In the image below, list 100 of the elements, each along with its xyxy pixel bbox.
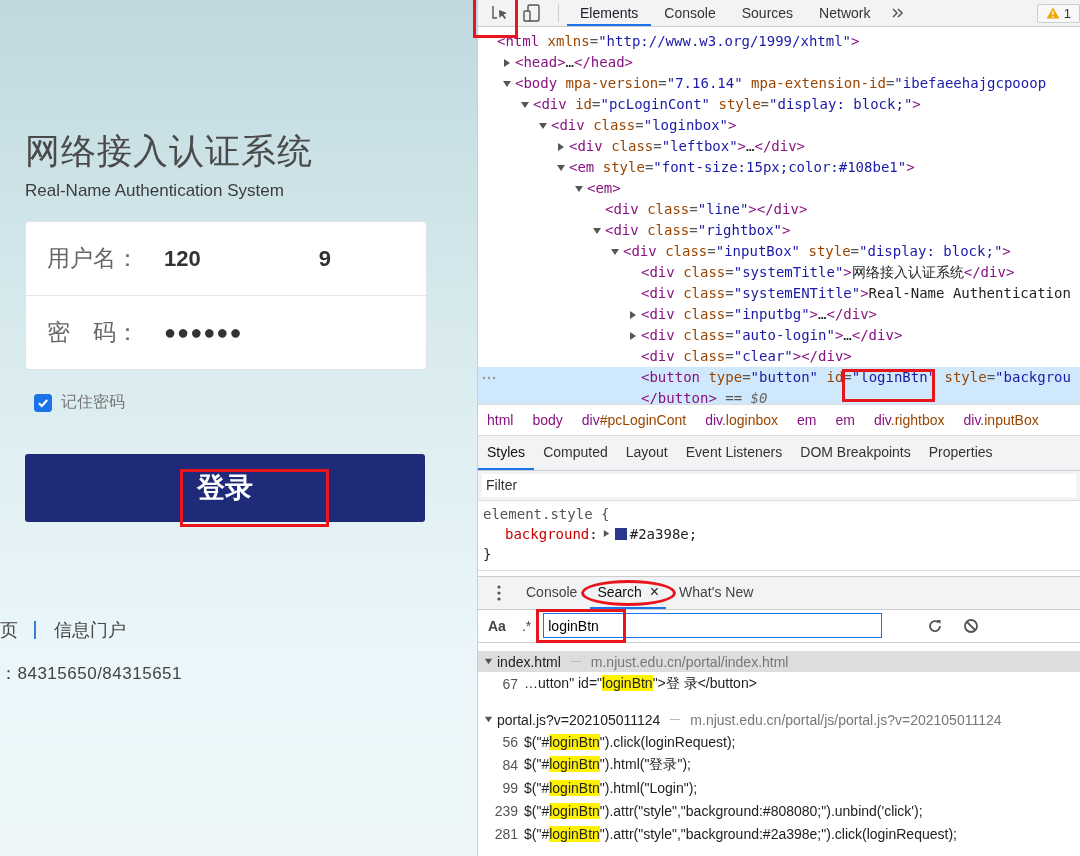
dom-node-line[interactable]: <div class="inputBox" style="display: block;">: [478, 241, 1080, 262]
drawer-tab[interactable]: Search ×: [590, 576, 667, 609]
breadcrumb-item[interactable]: div#pcLoginCont: [581, 412, 687, 429]
collapse-triangle-icon[interactable]: [484, 715, 493, 725]
system-title: 网络接入认证系统: [25, 130, 313, 173]
collapse-triangle-icon[interactable]: [556, 162, 566, 173]
warning-icon: [1045, 7, 1060, 19]
panel-tab[interactable]: Sources: [728, 0, 807, 26]
css-colon: :: [589, 524, 598, 544]
result-file-header[interactable]: index.html m.njust.edu.cn/portal/index.html: [478, 651, 1080, 673]
search-result-line[interactable]: $("#loginBtn").attr("style","background:#808080;").unbind('click');: [524, 802, 923, 819]
dom-node-line[interactable]: <div class="clear"></div>: [478, 346, 1080, 367]
collapse-triangle-icon[interactable]: [484, 657, 493, 667]
result-file-path: m.njust.edu.cn/portal/index.html: [590, 653, 789, 670]
warning-counter[interactable]: 1: [1036, 3, 1080, 23]
collapse-triangle-icon[interactable]: [538, 120, 548, 131]
remember-checkbox[interactable]: [34, 393, 52, 412]
dom-node-line[interactable]: <em style="font-size:15px;color:#108be1">: [478, 157, 1080, 178]
dom-node-line[interactable]: <em>: [478, 178, 1080, 199]
styles-pane-tab[interactable]: DOM Breakpoints: [791, 436, 920, 470]
password-label: 密 码：: [47, 318, 140, 347]
kebab-menu-icon[interactable]: [497, 584, 501, 601]
dom-node-line[interactable]: <body mpa-version="7.16.14" mpa-extension-id="ibefaeehajgcpooop: [478, 73, 1080, 94]
color-swatch[interactable]: [614, 527, 627, 540]
warning-count: 1: [1063, 5, 1071, 21]
expand-triangle-icon[interactable]: [556, 141, 566, 152]
styles-pane-tab[interactable]: Computed: [534, 436, 617, 470]
collapse-triangle-icon[interactable]: [610, 246, 620, 257]
line-number: 84: [501, 756, 519, 773]
clear-icon[interactable]: [963, 617, 980, 634]
breadcrumb-item[interactable]: em: [797, 412, 817, 429]
login-button[interactable]: 登录: [25, 454, 425, 522]
dom-node-line[interactable]: <div class="line"></div>: [478, 199, 1080, 220]
line-number: 67: [501, 675, 519, 692]
collapse-triangle-icon[interactable]: [502, 78, 512, 89]
breadcrumb-item[interactable]: div.rightbox: [873, 412, 945, 429]
breadcrumb-item[interactable]: em: [835, 412, 855, 429]
drawer-tab[interactable]: What's New: [672, 576, 761, 609]
dom-node-line[interactable]: <div class="auto-login">…</div>: [478, 325, 1080, 346]
remember-label: 记住密码: [61, 392, 125, 412]
collapse-triangle-icon[interactable]: [574, 183, 584, 194]
match-case-toggle[interactable]: Aa: [488, 617, 506, 634]
dom-node-line[interactable]: <div class="systemENTitle">Real-Name Authentication: [478, 283, 1080, 304]
device-toolbar-icon[interactable]: [522, 3, 542, 23]
line-number: 99: [501, 779, 519, 796]
expand-triangle-icon[interactable]: [628, 309, 638, 320]
breadcrumb-item[interactable]: div.inputBox: [963, 412, 1039, 429]
dom-node-line[interactable]: <html xmlns="http://www.w3.org/1999/xhtml">: [478, 31, 1080, 52]
search-result-line[interactable]: $("#loginBtn").click(loginRequest);: [524, 733, 736, 750]
collapse-triangle-icon[interactable]: [592, 225, 602, 236]
line-number: 56: [501, 733, 519, 750]
collapse-triangle-icon[interactable]: [520, 99, 530, 110]
username-field[interactable]: 120 9: [164, 245, 331, 272]
phone-number: ：84315650/84315651: [0, 663, 182, 685]
footer-link[interactable]: 信息门户: [54, 618, 126, 642]
dom-node-line[interactable]: <div class="loginbox">: [478, 115, 1080, 136]
system-subtitle: Real-Name Authentication System: [25, 181, 284, 201]
breadcrumb-item[interactable]: body: [532, 412, 563, 429]
dom-node-line[interactable]: <div id="pcLoginCont" style="display: block;">: [478, 94, 1080, 115]
breadcrumb-item[interactable]: div.loginbox: [705, 412, 779, 429]
result-file-name: index.html: [497, 653, 561, 670]
drawer-tab[interactable]: Console: [519, 576, 585, 609]
refresh-icon[interactable]: [927, 617, 944, 634]
css-value: #2a398e;: [629, 524, 698, 544]
panel-tab[interactable]: Network: [806, 0, 884, 26]
dom-node-line[interactable]: <div class="systemTitle">网络接入认证系统</div>: [478, 262, 1080, 283]
panel-tab[interactable]: Console: [651, 0, 729, 26]
line-number: 239: [493, 802, 519, 819]
password-field[interactable]: ●●●●●●: [164, 321, 243, 344]
css-property: background: [505, 524, 590, 544]
search-result-line[interactable]: $("#loginBtn").html("登录");: [524, 755, 691, 774]
expand-triangle-icon[interactable]: [601, 529, 611, 538]
result-file-header[interactable]: portal.js?v=202105011124 m.njust.edu.cn/portal/js/portal.js?v=202105011124: [478, 709, 1080, 731]
search-field[interactable]: loginBtn: [543, 613, 883, 639]
more-tabs-icon[interactable]: [891, 7, 906, 19]
styles-pane-tab[interactable]: Styles: [478, 436, 535, 470]
footer-link[interactable]: 页: [0, 618, 18, 642]
dom-node-line[interactable]: <div class="leftbox">…</div>: [478, 136, 1080, 157]
line-number: 281: [493, 825, 519, 842]
panel-tab[interactable]: Elements: [567, 0, 652, 26]
regex-toggle[interactable]: .*: [521, 617, 532, 634]
styles-pane-tab[interactable]: Properties: [919, 436, 1002, 470]
result-file-path: m.njust.edu.cn/portal/js/portal.js?v=202105011124: [690, 711, 1002, 728]
username-label: 用户名：: [47, 244, 140, 273]
dom-node-line[interactable]: <head>…</head>: [478, 52, 1080, 73]
close-tab-button[interactable]: ×: [649, 582, 660, 601]
style-rule-brace: }: [483, 544, 493, 564]
styles-pane-tab[interactable]: Event Listeners: [676, 436, 792, 470]
filter-field[interactable]: Filter: [482, 473, 1076, 497]
dom-node-line[interactable]: <div class="rightbox">: [478, 220, 1080, 241]
expand-triangle-icon[interactable]: [502, 57, 512, 68]
search-result-line[interactable]: …utton" id="loginBtn">登 录</button>: [524, 674, 757, 693]
expand-triangle-icon[interactable]: [628, 330, 638, 341]
dom-node-line[interactable]: <div class="inputbg">…</div>: [478, 304, 1080, 325]
search-result-line[interactable]: $("#loginBtn").attr("style","background:#2a398e;").click(loginRequest);: [524, 825, 957, 842]
styles-pane-tab[interactable]: Layout: [616, 436, 677, 470]
breadcrumb-item[interactable]: html: [487, 412, 514, 429]
result-file-name: portal.js?v=202105011124: [497, 711, 661, 728]
style-rule-selector: element.style {: [483, 504, 611, 524]
search-result-line[interactable]: $("#loginBtn").html("Login");: [524, 779, 698, 796]
